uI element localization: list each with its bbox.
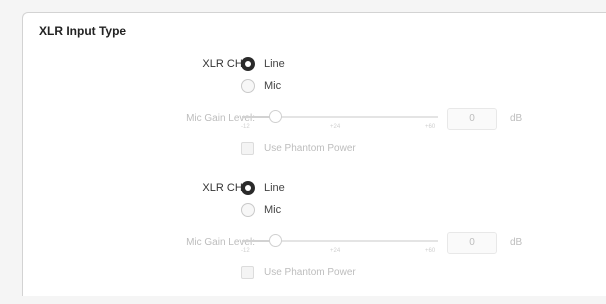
xlr-ch1-phantom-label[interactable]: Use Phantom Power (264, 142, 356, 155)
gain-tick-min: -12 (241, 248, 250, 254)
section-title: XLR Input Type (39, 24, 127, 38)
xlr-ch2-mic-radio[interactable] (241, 203, 255, 217)
slider-thumb[interactable] (269, 110, 282, 123)
gain-tick-max: +60 (425, 248, 436, 254)
slider-thumb[interactable] (269, 234, 282, 247)
xlr-ch2-phantom-checkbox[interactable] (241, 266, 254, 279)
gain-tick-mid: +24 (330, 248, 341, 254)
gain-tick-min: -12 (241, 124, 250, 130)
xlr-ch2-gain-unit: dB (510, 237, 523, 248)
xlr-ch2-gain-value-field[interactable]: 0 (447, 232, 497, 254)
xlr-ch1-mic-radio[interactable] (241, 79, 255, 93)
gain-tick-max: +60 (425, 124, 436, 130)
xlr-ch2-line-radio[interactable] (241, 181, 255, 195)
xlr-ch2-gain-label: Mic Gain Level: (186, 237, 255, 248)
xlr-ch1-gain-slider[interactable] (242, 110, 438, 123)
xlr-input-type-panel: XLR Input Type XLR CH 1: Line Mic Mic Ga… (22, 12, 606, 296)
xlr-ch1-group: XLR CH 1: Line Mic Mic Gain Level: -12 +… (23, 56, 606, 180)
xlr-ch2-gain-slider[interactable] (242, 234, 438, 247)
xlr-ch2-group: XLR CH 2: Line Mic Mic Gain Level: -12 +… (23, 180, 606, 304)
gain-tick-mid: +24 (330, 124, 341, 130)
xlr-ch1-gain-unit: dB (510, 113, 523, 124)
xlr-ch1-line-label[interactable]: Line (264, 57, 285, 71)
xlr-ch2-mic-label[interactable]: Mic (264, 203, 281, 217)
xlr-ch2-label: XLR CH 2: (202, 182, 255, 194)
xlr-ch2-phantom-label[interactable]: Use Phantom Power (264, 266, 356, 279)
xlr-ch1-mic-label[interactable]: Mic (264, 79, 281, 93)
xlr-ch1-line-radio[interactable] (241, 57, 255, 71)
xlr-ch2-line-label[interactable]: Line (264, 181, 285, 195)
xlr-ch1-label: XLR CH 1: (202, 58, 255, 70)
xlr-ch1-phantom-checkbox[interactable] (241, 142, 254, 155)
xlr-ch1-gain-value-field[interactable]: 0 (447, 108, 497, 130)
xlr-ch1-gain-label: Mic Gain Level: (186, 113, 255, 124)
